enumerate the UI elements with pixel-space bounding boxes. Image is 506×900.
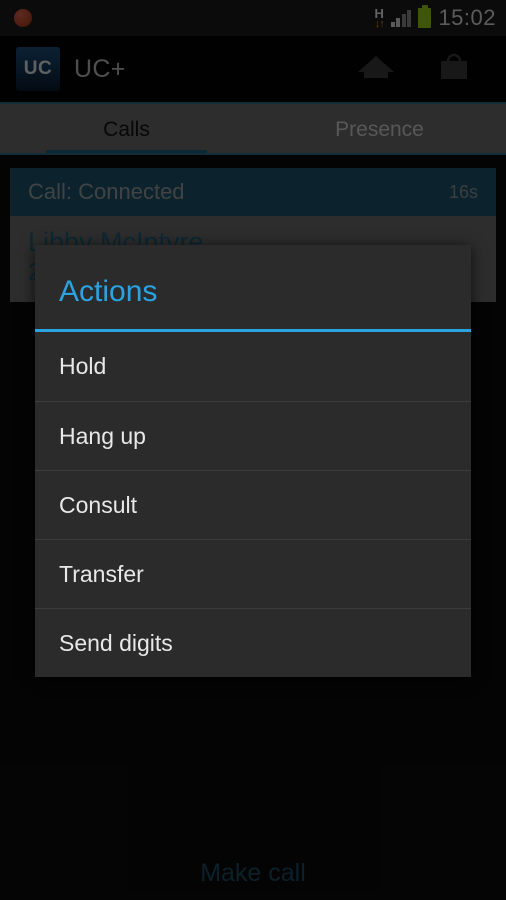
dialog-item-consult[interactable]: Consult (35, 470, 471, 539)
actions-dialog: Actions Hold Hang up Consult Transfer Se… (35, 245, 471, 677)
actions-dialog-header: Actions (35, 245, 471, 332)
dialog-item-transfer[interactable]: Transfer (35, 539, 471, 608)
phone-screen: H ↓↑ 15:02 UC UC+ (0, 0, 506, 900)
actions-dialog-title: Actions (59, 275, 158, 308)
dialog-item-send-digits[interactable]: Send digits (35, 608, 471, 677)
dialog-item-hang-up[interactable]: Hang up (35, 401, 471, 470)
dialog-item-hold[interactable]: Hold (35, 332, 471, 401)
